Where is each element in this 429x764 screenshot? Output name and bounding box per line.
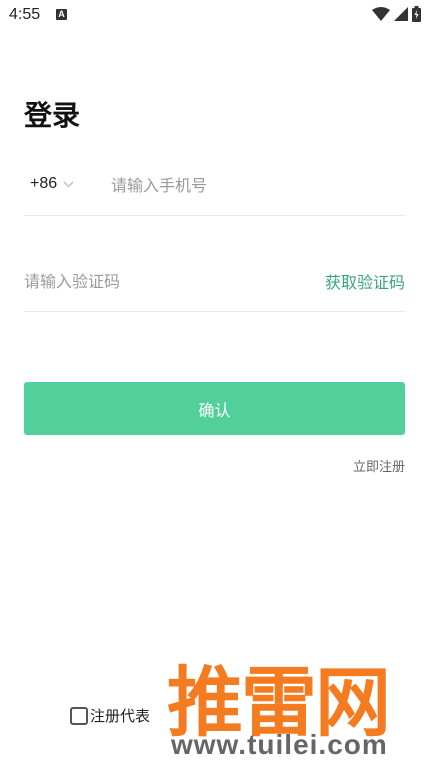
- agreement-checkbox[interactable]: [70, 706, 88, 725]
- agreement: 注册代表: [70, 705, 150, 726]
- watermark: 推雷网 www.tuilei.com: [159, 643, 429, 764]
- phone-input[interactable]: [111, 173, 391, 197]
- register-link[interactable]: 立即注册: [353, 456, 405, 475]
- country-code-selector[interactable]: +86: [30, 175, 74, 193]
- confirm-button[interactable]: 确认: [24, 382, 405, 435]
- status-bar: 4:55 A: [0, 0, 429, 30]
- notification-icon: A: [56, 9, 67, 20]
- phone-row: +86: [24, 165, 405, 216]
- agreement-text: 注册代表: [90, 707, 151, 725]
- watermark-url: www.tuilei.com: [171, 729, 388, 760]
- status-icons: [372, 6, 421, 22]
- verification-code-input[interactable]: [24, 269, 284, 293]
- signal-icon: [394, 7, 408, 21]
- page-title: 登录: [24, 99, 81, 132]
- wifi-icon: [372, 7, 390, 21]
- chevron-down-icon: [63, 181, 74, 187]
- code-row: 获取验证码: [24, 261, 405, 312]
- status-time: 4:55: [9, 6, 41, 23]
- country-code-value: +86: [30, 175, 58, 192]
- get-code-button[interactable]: 获取验证码: [325, 269, 405, 293]
- battery-icon: [412, 6, 421, 22]
